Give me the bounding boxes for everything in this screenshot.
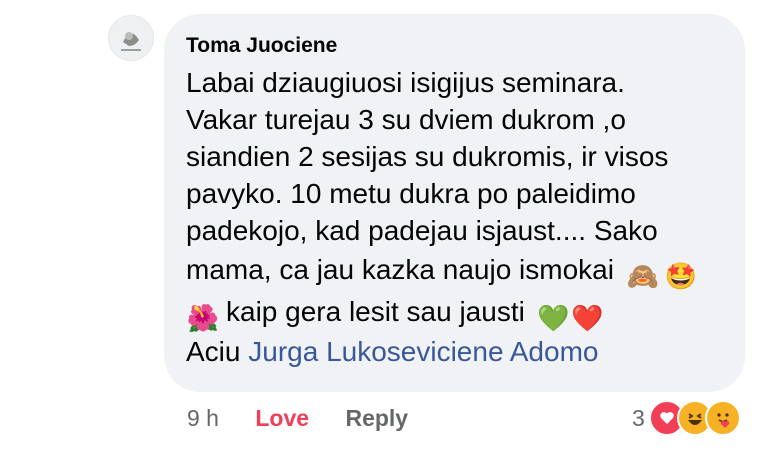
comment-line: Vakar turejau 3 su dviem dukrom ,o [186, 104, 626, 135]
hibiscus-icon: 🌺 [186, 303, 220, 333]
comment-line: siandien 2 sesijas su dukromis, ir visos [186, 141, 669, 172]
author-name[interactable]: Toma Juociene [186, 34, 337, 58]
reaction-count: 3 [632, 404, 645, 431]
comment-line-with-emoji: 🌺 kaip gera lesit sau jausti 💚❤️ [186, 291, 731, 333]
comment-line: Labai dziaugiuosi isigijus seminara. [186, 67, 625, 98]
comment-line: kaip gera lesit sau jausti [226, 296, 525, 327]
care-reaction-icon [704, 400, 741, 436]
comment-line: padekojo, kad padejau isjaust.... Sako [186, 215, 658, 246]
timestamp[interactable]: 9 h [187, 405, 219, 431]
avatar[interactable] [108, 15, 154, 61]
mention-link[interactable]: Jurga Lukoseviciene Adomo [248, 336, 598, 367]
comment-line: mama, ca jau kazka naujo ismokai [186, 254, 614, 285]
reply-button[interactable]: Reply [345, 405, 408, 431]
see-no-evil-monkey-icon: 🙈 [626, 261, 659, 291]
red-heart-icon: ❤️ [571, 303, 604, 333]
comment-bubble: Toma Juociene Labai dziaugiuosi isigijus… [164, 14, 745, 392]
comment-text: Labai dziaugiuosi isigijus seminara. Vak… [186, 64, 731, 370]
comment-line: pavyko. 10 metu dukra po paleidimo [186, 178, 636, 209]
green-heart-icon: 💚 [537, 303, 570, 333]
reaction-summary[interactable]: 3 [632, 400, 741, 436]
comment-line-with-emoji: mama, ca jau kazka naujo ismokai 🙈 🤩 [186, 249, 731, 291]
comment-line-mention: Aciu Jurga Lukoseviciene Adomo [186, 333, 731, 370]
star-struck-icon: 🤩 [664, 261, 697, 291]
thanks-text: Aciu [186, 336, 249, 367]
love-button[interactable]: Love [255, 405, 309, 431]
comment-actions: 9 h Love Reply [187, 405, 438, 432]
